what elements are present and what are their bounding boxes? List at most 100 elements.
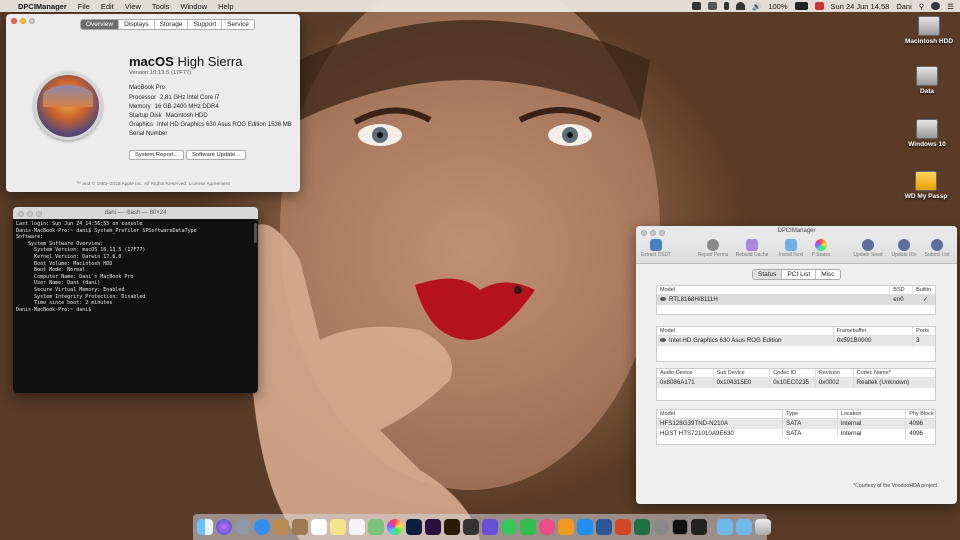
battery-icon[interactable] — [794, 2, 808, 10]
ibooks-icon[interactable] — [558, 519, 574, 535]
system-preferences-icon[interactable] — [653, 519, 669, 535]
spotlight-icon[interactable]: ⚲ — [919, 2, 925, 11]
column-header[interactable]: Sub Device — [714, 369, 771, 377]
rebuild-cache-button[interactable]: Rebuild Cache — [734, 239, 770, 258]
desktop-icon-wd-my-passport[interactable]: WD My Passp — [896, 171, 956, 200]
update-seed-button[interactable]: Update Seed — [850, 239, 886, 258]
tab-misc[interactable]: Misc — [816, 270, 839, 279]
safari-icon[interactable] — [254, 519, 270, 535]
minimize-button[interactable] — [650, 230, 656, 236]
trash-icon[interactable] — [755, 519, 771, 535]
flag-icon[interactable] — [814, 2, 824, 10]
menu-file[interactable]: File — [78, 2, 90, 11]
launchpad-icon[interactable] — [235, 519, 251, 535]
contacts-icon[interactable] — [292, 519, 308, 535]
menu-window[interactable]: Window — [180, 2, 207, 11]
software-update-button[interactable]: Software Update... — [186, 150, 247, 160]
documents-folder-icon[interactable] — [736, 519, 752, 535]
column-header[interactable]: Model — [657, 410, 784, 418]
desktop-icon-macintosh-hdd[interactable]: Macintosh HDD — [899, 16, 959, 45]
menu-clock[interactable]: Sun 24 Jun 14.58 — [831, 2, 890, 11]
close-button[interactable] — [641, 230, 647, 236]
siri-status-icon[interactable] — [931, 2, 941, 10]
eye-icon[interactable] — [660, 338, 666, 343]
reminders-icon[interactable] — [349, 519, 365, 535]
update-ids-button[interactable]: Update IDs — [886, 239, 922, 258]
menu-help[interactable]: Help — [218, 2, 233, 11]
desktop-icon-data[interactable]: Data — [897, 66, 957, 95]
menu-user[interactable]: Dani — [896, 2, 911, 11]
maps-icon[interactable] — [368, 519, 384, 535]
battery-percent[interactable]: 100% — [768, 2, 787, 11]
table-row[interactable]: HFS128G39TND-N210A SATA Internal 4096 — [657, 419, 935, 429]
column-header[interactable]: Model — [657, 327, 834, 335]
minimize-button[interactable] — [27, 211, 33, 217]
illustrator-icon[interactable] — [444, 519, 460, 535]
bluetooth-icon[interactable] — [723, 2, 729, 10]
column-header[interactable]: Model — [657, 286, 891, 294]
photos-icon[interactable] — [387, 519, 403, 535]
column-header[interactable]: Ports — [913, 327, 935, 335]
wifi-icon[interactable] — [735, 2, 745, 10]
premiere-icon[interactable] — [425, 519, 441, 535]
volume-icon[interactable]: 🔊 — [752, 2, 761, 11]
tab-overview[interactable]: Overview — [81, 20, 120, 29]
calendar-icon[interactable] — [311, 519, 327, 535]
finder-icon[interactable] — [197, 519, 213, 535]
itunes-icon[interactable] — [539, 519, 555, 535]
close-button[interactable] — [11, 18, 17, 24]
close-button[interactable] — [18, 211, 24, 217]
column-header[interactable]: Codec ID — [770, 369, 816, 377]
extract-dsdt-button[interactable]: Extract DSDT — [638, 239, 674, 258]
column-header[interactable]: Framebuffer — [834, 327, 914, 335]
desktop-icon-windows-10[interactable]: Windows 10 — [897, 119, 957, 148]
table-row[interactable]: 0x8086A171 0x104315E0 0x10EC0235 0x0002 … — [657, 378, 935, 388]
notification-center-icon[interactable]: ☰ — [947, 2, 954, 11]
downloads-folder-icon[interactable] — [717, 519, 733, 535]
column-header[interactable]: Revision — [816, 369, 854, 377]
repair-perms-button[interactable]: Repair Perms — [695, 239, 731, 258]
tab-service[interactable]: Service — [222, 20, 254, 29]
messages-icon[interactable] — [501, 519, 517, 535]
siri-icon[interactable] — [216, 519, 232, 535]
column-header[interactable]: Builtin — [913, 286, 935, 294]
zoom-button[interactable] — [659, 230, 665, 236]
status-app-icon[interactable] — [691, 2, 701, 10]
zoom-button[interactable] — [29, 18, 35, 24]
excel-icon[interactable] — [634, 519, 650, 535]
terminal-scrollbar[interactable] — [254, 223, 257, 243]
tab-status[interactable]: Status — [753, 270, 783, 279]
eye-icon[interactable] — [660, 297, 666, 302]
table-row[interactable]: Intel HD Graphics 630 Asus ROG Edition 0… — [657, 336, 935, 346]
terminal-output[interactable]: Last login: Sun Jun 24 14:56:55 on conso… — [13, 219, 258, 315]
activity-monitor-icon[interactable] — [691, 519, 707, 535]
facetime-icon[interactable] — [520, 519, 536, 535]
final-cut-icon[interactable] — [463, 519, 479, 535]
menu-view[interactable]: View — [125, 2, 141, 11]
column-header[interactable]: Codec Name* — [854, 369, 935, 377]
submit-list-button[interactable]: Submit List — [919, 239, 955, 258]
system-report-button[interactable]: System Report... — [129, 150, 185, 160]
zoom-button[interactable] — [36, 211, 42, 217]
powerpoint-icon[interactable] — [615, 519, 631, 535]
p-states-button[interactable]: P States — [803, 239, 839, 258]
column-header[interactable]: Audio Device — [657, 369, 714, 377]
imovie-icon[interactable] — [482, 519, 498, 535]
column-header[interactable]: Type — [783, 410, 838, 418]
app-store-icon[interactable] — [577, 519, 593, 535]
tab-displays[interactable]: Displays — [119, 20, 155, 29]
tab-pci-list[interactable]: PCI List — [782, 270, 817, 279]
table-row[interactable]: HGST HTS721010A9E630 SATA Internal 4096 — [657, 428, 935, 438]
photoshop-icon[interactable] — [406, 519, 422, 535]
terminal-icon[interactable] — [672, 519, 688, 535]
menu-app-name[interactable]: DPCIManager — [18, 2, 67, 11]
menu-tools[interactable]: Tools — [152, 2, 170, 11]
screen-icon[interactable] — [707, 2, 717, 10]
notes-icon[interactable] — [273, 519, 289, 535]
table-row[interactable]: RTL8168H/8111H en0 ✓ — [657, 295, 935, 305]
stickies-icon[interactable] — [330, 519, 346, 535]
checkbox[interactable]: ✓ — [913, 295, 935, 305]
tab-storage[interactable]: Storage — [155, 20, 189, 29]
column-header[interactable]: BSD — [890, 286, 914, 294]
menu-edit[interactable]: Edit — [101, 2, 114, 11]
